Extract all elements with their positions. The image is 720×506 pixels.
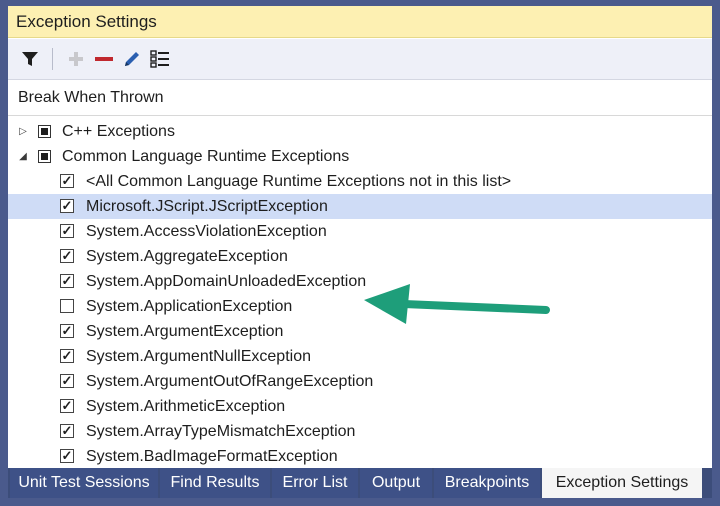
exception-checkbox[interactable]: ✓ [60, 199, 74, 213]
exception-row[interactable]: ✓ System.AccessViolationException [8, 219, 712, 244]
tool-window-tabs: Unit Test Sessions Find Results Error Li… [8, 468, 712, 498]
exception-label: System.ArithmeticException [86, 398, 286, 415]
collapse-arrow-icon[interactable]: ◢ [16, 144, 30, 169]
window-title: Exception Settings [8, 6, 712, 38]
exception-label: System.ArgumentOutOfRangeException [86, 373, 374, 390]
edit-icon[interactable] [118, 45, 146, 73]
exception-row[interactable]: ✓ <All Common Language Runtime Exception… [8, 169, 712, 194]
exception-checkbox[interactable]: ✓ [60, 424, 74, 438]
exception-settings-window: Exception Settings Break When Thrown ▷ C… [8, 6, 712, 498]
exception-label: System.ArgumentException [86, 323, 284, 340]
exception-row[interactable]: ✓ System.ArithmeticException [8, 394, 712, 419]
exception-label: System.AccessViolationException [86, 223, 327, 240]
exception-label: System.AggregateException [86, 248, 288, 265]
toolbar [8, 39, 712, 80]
exception-label: System.ApplicationException [86, 298, 293, 315]
exception-label: System.BadImageFormatException [86, 448, 338, 465]
tab-unit-test-sessions[interactable]: Unit Test Sessions [10, 468, 158, 498]
exception-row-selected[interactable]: ✓ Microsoft.JScript.JScriptException [8, 194, 712, 219]
tree-category-clr[interactable]: ◢ Common Language Runtime Exceptions [8, 144, 712, 169]
exception-checkbox[interactable]: ✓ [60, 324, 74, 338]
exception-label: Microsoft.JScript.JScriptException [86, 198, 328, 215]
exception-row[interactable]: ✓ System.ArgumentNullException [8, 344, 712, 369]
exception-label: <All Common Language Runtime Exceptions … [86, 173, 512, 190]
column-header[interactable]: Break When Thrown [8, 80, 712, 116]
category-checkbox[interactable] [38, 125, 51, 138]
tab-find-results[interactable]: Find Results [160, 468, 270, 498]
tree-category-cpp[interactable]: ▷ C++ Exceptions [8, 119, 712, 144]
exception-checkbox[interactable]: ✓ [60, 224, 74, 238]
exception-label: System.ArgumentNullException [86, 348, 311, 365]
restore-list-icon[interactable] [146, 45, 174, 73]
exception-label: System.ArrayTypeMismatchException [86, 423, 356, 440]
exception-row[interactable]: ✓ System.ArgumentOutOfRangeException [8, 369, 712, 394]
tab-exception-settings[interactable]: Exception Settings [542, 468, 702, 498]
exception-row[interactable]: ✓ System.BadImageFormatException [8, 444, 712, 469]
filter-icon[interactable] [16, 45, 44, 73]
expand-arrow-icon[interactable]: ▷ [16, 119, 30, 144]
exception-label: System.AppDomainUnloadedException [86, 273, 367, 290]
toolbar-separator [52, 48, 53, 70]
tab-error-list[interactable]: Error List [272, 468, 358, 498]
exception-checkbox[interactable]: ✓ [60, 399, 74, 413]
exception-row[interactable]: ✓ System.AggregateException [8, 244, 712, 269]
category-label: C++ Exceptions [62, 123, 175, 140]
exception-checkbox[interactable]: ✓ [60, 249, 74, 263]
remove-icon[interactable] [90, 45, 118, 73]
category-label: Common Language Runtime Exceptions [62, 148, 350, 165]
category-checkbox[interactable] [38, 150, 51, 163]
exception-checkbox[interactable]: ✓ [60, 274, 74, 288]
exception-checkbox[interactable]: ✓ [60, 374, 74, 388]
annotation-arrow-icon [364, 284, 550, 324]
tab-breakpoints[interactable]: Breakpoints [434, 468, 540, 498]
tab-output[interactable]: Output [360, 468, 432, 498]
exception-checkbox[interactable]: ✓ [60, 174, 74, 188]
exception-checkbox[interactable]: ✓ [60, 349, 74, 363]
exception-checkbox[interactable]: ✓ [60, 449, 74, 463]
exception-checkbox-unchecked[interactable] [60, 299, 74, 313]
add-icon[interactable] [62, 45, 90, 73]
exception-row[interactable]: ✓ System.ArrayTypeMismatchException [8, 419, 712, 444]
